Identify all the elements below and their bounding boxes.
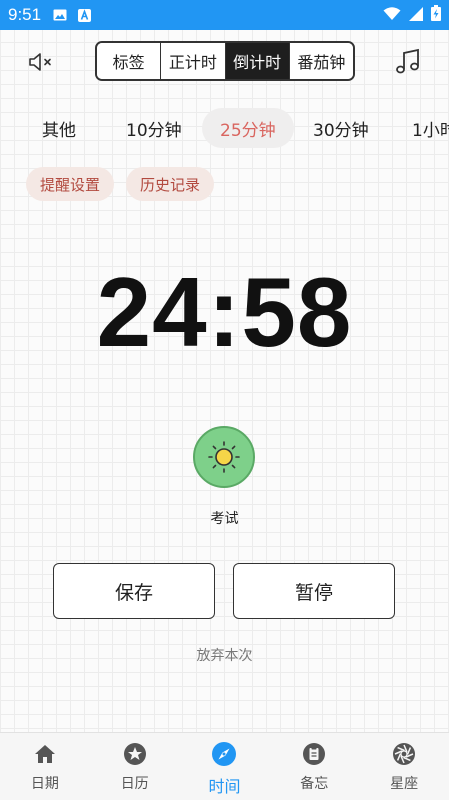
mode-tab-countdown[interactable]: 倒计时 bbox=[225, 43, 290, 79]
reminder-settings-button[interactable]: 提醒设置 bbox=[26, 167, 115, 201]
bottom-nav: 日期 日历 时间 备忘 星座 bbox=[0, 732, 449, 800]
top-bar: 标签 正计时 倒计时 番茄钟 bbox=[0, 40, 449, 82]
battery-charging-icon bbox=[431, 5, 441, 25]
nav-label: 日期 bbox=[30, 776, 59, 792]
app-a-icon bbox=[77, 8, 91, 22]
star-circle-icon bbox=[122, 741, 148, 767]
duration-10min[interactable]: 10分钟 bbox=[108, 108, 200, 148]
sun-icon[interactable] bbox=[193, 426, 255, 488]
countdown-display: 24:58 bbox=[96, 257, 353, 367]
mode-tab-label[interactable]: 标签 bbox=[97, 43, 162, 79]
nav-label: 备忘 bbox=[300, 776, 329, 792]
history-button[interactable]: 历史记录 bbox=[126, 167, 215, 201]
duration-presets: 其他 10分钟 25分钟 30分钟 1小时 bbox=[0, 108, 449, 150]
abandon-button[interactable]: 放弃本次 bbox=[0, 645, 449, 665]
nav-item-date[interactable]: 日期 bbox=[0, 733, 90, 800]
home-icon bbox=[32, 741, 58, 767]
mode-switcher: 标签 正计时 倒计时 番茄钟 bbox=[95, 41, 355, 81]
duration-25min[interactable]: 25分钟 bbox=[202, 108, 294, 148]
image-icon bbox=[53, 8, 67, 22]
compass-icon bbox=[211, 741, 237, 767]
nav-item-memo[interactable]: 备忘 bbox=[269, 733, 359, 800]
music-note-icon[interactable] bbox=[392, 47, 424, 77]
nav-label: 时间 bbox=[208, 777, 241, 796]
nav-item-zodiac[interactable]: 星座 bbox=[359, 733, 449, 800]
nav-item-calendar[interactable]: 日历 bbox=[90, 733, 180, 800]
pause-button[interactable]: 暂停 bbox=[233, 563, 395, 619]
wifi-icon bbox=[383, 6, 401, 25]
status-time: 9:51 bbox=[8, 5, 42, 24]
duration-30min[interactable]: 30分钟 bbox=[295, 108, 387, 148]
clipboard-icon bbox=[301, 741, 327, 767]
mode-tab-count-up[interactable]: 正计时 bbox=[161, 43, 226, 79]
nav-label: 日历 bbox=[120, 776, 149, 792]
tag-label: 考试 bbox=[210, 511, 239, 527]
nav-label: 星座 bbox=[390, 776, 419, 792]
status-bar: 9:51 bbox=[0, 0, 449, 30]
duration-other[interactable]: 其他 bbox=[24, 108, 94, 148]
mode-tab-pomodoro[interactable]: 番茄钟 bbox=[289, 43, 353, 79]
aperture-icon bbox=[391, 741, 417, 767]
duration-1hour[interactable]: 1小时 bbox=[394, 108, 449, 148]
save-button[interactable]: 保存 bbox=[53, 563, 215, 619]
nav-item-time[interactable]: 时间 bbox=[180, 733, 270, 800]
signal-icon bbox=[409, 6, 423, 25]
volume-mute-icon[interactable] bbox=[26, 48, 56, 76]
